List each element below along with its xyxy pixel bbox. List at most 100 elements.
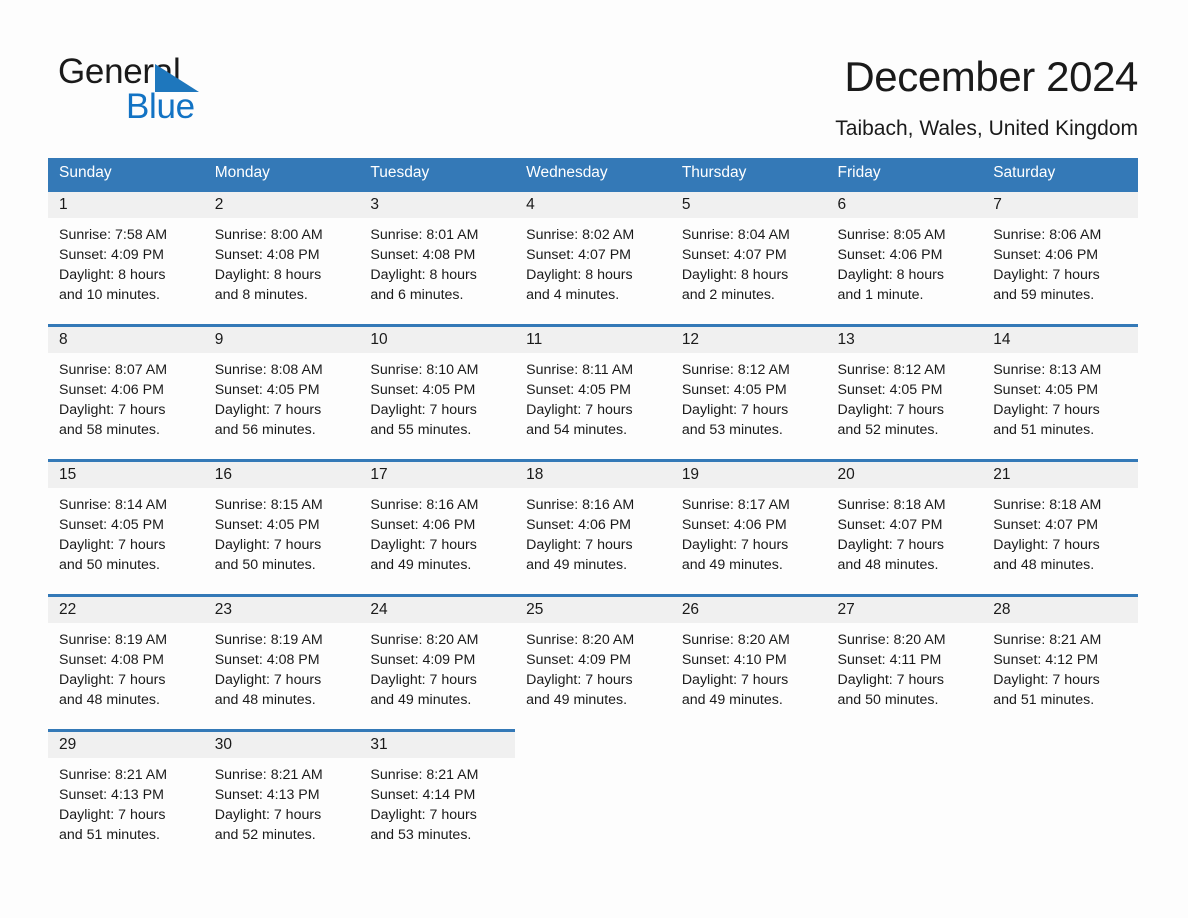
- calendar-day-cell[interactable]: 31 Sunrise: 8:21 AM Sunset: 4:14 PM Dayligh…: [359, 729, 516, 866]
- sunset-time: Sunset: 4:14 PM: [370, 787, 476, 803]
- sunrise-time: Sunrise: 8:15 AM: [214, 497, 323, 513]
- sunset-time: Sunset: 4:13 PM: [59, 787, 164, 803]
- daylight-duration-line1: Daylight: 7 hours: [681, 537, 789, 553]
- calendar-day-cell[interactable]: 26 Sunrise: 8:20 AM Sunset: 4:10 PM Dayligh…: [670, 594, 827, 731]
- calendar-day-cell[interactable]: 12 Sunrise: 8:12 AM Sunset: 4:05 PM Dayligh…: [670, 324, 827, 461]
- day-number: 26: [670, 597, 827, 623]
- daylight-duration-line2: and 51 minutes.: [59, 827, 160, 843]
- daylight-duration-line2: and 51 minutes.: [993, 422, 1095, 438]
- calendar-day-cell[interactable]: 30 Sunrise: 8:21 AM Sunset: 4:13 PM Dayligh…: [203, 729, 360, 866]
- day-number: 15: [48, 462, 204, 488]
- calendar-week-row: 29 Sunrise: 8:21 AM Sunset: 4:13 PM Dayligh…: [48, 729, 1138, 866]
- daylight-duration-line2: and 53 minutes.: [681, 422, 783, 438]
- daylight-duration-line2: and 49 minutes.: [526, 557, 628, 573]
- sunset-time: Sunset: 4:09 PM: [370, 652, 476, 668]
- calendar-day-cell[interactable]: 9 Sunrise: 8:08 AM Sunset: 4:05 PM Daylight…: [203, 324, 360, 461]
- daylight-duration-line2: and 54 minutes.: [526, 422, 628, 438]
- day-sun-info: Sunrise: 8:07 AM Sunset: 4:06 PM Daylight:…: [48, 353, 204, 440]
- calendar-day-cell[interactable]: 4 Sunrise: 8:02 AM Sunset: 4:07 PM Daylight…: [515, 189, 671, 326]
- calendar-page: General Blue December 2024 Taibach, Wale…: [0, 0, 1188, 918]
- daylight-duration-line1: Daylight: 7 hours: [370, 537, 477, 553]
- day-sun-info: Sunrise: 8:14 AM Sunset: 4:05 PM Daylight:…: [48, 488, 204, 575]
- calendar-day-cell[interactable]: 3 Sunrise: 8:01 AM Sunset: 4:08 PM Daylight…: [359, 189, 516, 326]
- daylight-duration-line2: and 49 minutes.: [526, 692, 628, 708]
- calendar-week-row: 22 Sunrise: 8:19 AM Sunset: 4:08 PM Dayligh…: [48, 594, 1138, 731]
- daylight-duration-line2: and 48 minutes.: [993, 557, 1095, 573]
- day-number: [826, 732, 983, 758]
- calendar-day-cell[interactable]: 11 Sunrise: 8:11 AM Sunset: 4:05 PM Dayligh…: [515, 324, 671, 461]
- daylight-duration-line1: Daylight: 7 hours: [370, 807, 477, 823]
- day-number: 10: [359, 327, 516, 353]
- sunset-time: Sunset: 4:05 PM: [837, 382, 943, 398]
- day-number: 31: [359, 732, 516, 758]
- calendar-day-cell[interactable]: 28 Sunrise: 8:21 AM Sunset: 4:12 PM Dayligh…: [982, 594, 1138, 731]
- daylight-duration-line1: Daylight: 8 hours: [59, 267, 166, 283]
- daylight-duration-line1: Daylight: 7 hours: [214, 402, 322, 418]
- calendar-grid: Sunday Monday Tuesday Wednesday Thursday…: [48, 158, 1138, 866]
- daylight-duration-line2: and 49 minutes.: [681, 557, 783, 573]
- day-sun-info: Sunrise: 8:15 AM Sunset: 4:05 PM Daylight:…: [204, 488, 360, 575]
- calendar-day-cell[interactable]: 6 Sunrise: 8:05 AM Sunset: 4:06 PM Daylight…: [826, 189, 983, 326]
- sunset-time: Sunset: 4:08 PM: [214, 652, 320, 668]
- sunrise-time: Sunrise: 8:18 AM: [993, 497, 1102, 513]
- calendar-day-cell[interactable]: 1 Sunrise: 7:58 AM Sunset: 4:09 PM Daylight…: [48, 189, 204, 326]
- page-header: General Blue December 2024 Taibach, Wale…: [0, 0, 1188, 150]
- daylight-duration-line1: Daylight: 7 hours: [993, 267, 1100, 283]
- daylight-duration-line1: Daylight: 7 hours: [993, 672, 1100, 688]
- calendar-day-cell[interactable]: 23 Sunrise: 8:19 AM Sunset: 4:08 PM Dayligh…: [203, 594, 360, 731]
- daylight-duration-line1: Daylight: 7 hours: [526, 672, 633, 688]
- daylight-duration-line2: and 48 minutes.: [214, 692, 316, 708]
- calendar-day-cell[interactable]: 13 Sunrise: 8:12 AM Sunset: 4:05 PM Dayligh…: [826, 324, 983, 461]
- sunrise-time: Sunrise: 8:13 AM: [993, 362, 1102, 378]
- day-number: 9: [203, 327, 360, 353]
- sunrise-time: Sunrise: 8:12 AM: [681, 362, 790, 378]
- calendar-day-cell[interactable]: 2 Sunrise: 8:00 AM Sunset: 4:08 PM Daylight…: [203, 189, 360, 326]
- calendar-day-cell[interactable]: 17 Sunrise: 8:16 AM Sunset: 4:06 PM Dayligh…: [359, 459, 516, 596]
- day-number: 3: [359, 192, 516, 218]
- day-number: 25: [515, 597, 671, 623]
- calendar-day-cell[interactable]: 10 Sunrise: 8:10 AM Sunset: 4:05 PM Dayligh…: [359, 324, 516, 461]
- calendar-day-cell[interactable]: 22 Sunrise: 8:19 AM Sunset: 4:08 PM Dayligh…: [48, 594, 204, 731]
- sunrise-time: Sunrise: 8:02 AM: [526, 227, 635, 243]
- calendar-day-cell[interactable]: 20 Sunrise: 8:18 AM Sunset: 4:07 PM Dayligh…: [826, 459, 983, 596]
- day-sun-info: Sunrise: 8:21 AM Sunset: 4:13 PM Daylight:…: [48, 758, 204, 845]
- calendar-day-cell[interactable]: 21 Sunrise: 8:18 AM Sunset: 4:07 PM Dayligh…: [982, 459, 1138, 596]
- calendar-day-cell[interactable]: 14 Sunrise: 8:13 AM Sunset: 4:05 PM Dayligh…: [982, 324, 1138, 461]
- calendar-day-cell[interactable]: 24 Sunrise: 8:20 AM Sunset: 4:09 PM Dayligh…: [359, 594, 516, 731]
- day-sun-info: Sunrise: 8:08 AM Sunset: 4:05 PM Daylight:…: [204, 353, 360, 440]
- calendar-day-cell[interactable]: 19 Sunrise: 8:17 AM Sunset: 4:06 PM Dayligh…: [670, 459, 827, 596]
- sunrise-time: Sunrise: 7:58 AM: [59, 227, 168, 243]
- daylight-duration-line2: and 6 minutes.: [370, 287, 464, 303]
- calendar-day-cell[interactable]: 16 Sunrise: 8:15 AM Sunset: 4:05 PM Dayligh…: [203, 459, 360, 596]
- day-number: 4: [515, 192, 671, 218]
- day-number: 21: [982, 462, 1138, 488]
- weekday-header-monday: Monday: [203, 158, 360, 191]
- sunset-time: Sunset: 4:07 PM: [837, 517, 943, 533]
- calendar-day-cell[interactable]: 27 Sunrise: 8:20 AM Sunset: 4:11 PM Dayligh…: [826, 594, 983, 731]
- calendar-day-cell[interactable]: 7 Sunrise: 8:06 AM Sunset: 4:06 PM Daylight…: [982, 189, 1138, 326]
- calendar-day-cell[interactable]: 29 Sunrise: 8:21 AM Sunset: 4:13 PM Dayligh…: [48, 729, 204, 866]
- daylight-duration-line1: Daylight: 7 hours: [993, 537, 1100, 553]
- calendar-day-cell[interactable]: 5 Sunrise: 8:04 AM Sunset: 4:07 PM Daylight…: [670, 189, 827, 326]
- sunset-time: Sunset: 4:09 PM: [526, 652, 631, 668]
- daylight-duration-line2: and 50 minutes.: [214, 557, 316, 573]
- day-sun-info: Sunrise: 8:13 AM Sunset: 4:05 PM Daylight:…: [982, 353, 1138, 440]
- daylight-duration-line2: and 59 minutes.: [993, 287, 1095, 303]
- calendar-week-row: 8 Sunrise: 8:07 AM Sunset: 4:06 PM Daylight…: [48, 324, 1138, 461]
- calendar-day-cell[interactable]: 15 Sunrise: 8:14 AM Sunset: 4:05 PM Dayligh…: [48, 459, 204, 596]
- daylight-duration-line2: and 49 minutes.: [370, 557, 472, 573]
- calendar-day-cell[interactable]: 8 Sunrise: 8:07 AM Sunset: 4:06 PM Daylight…: [48, 324, 204, 461]
- sunrise-time: Sunrise: 8:07 AM: [59, 362, 168, 378]
- sunset-time: Sunset: 4:05 PM: [59, 517, 164, 533]
- sunset-time: Sunset: 4:06 PM: [370, 517, 476, 533]
- day-sun-info: Sunrise: 8:21 AM Sunset: 4:12 PM Daylight:…: [982, 623, 1138, 710]
- sunset-time: Sunset: 4:06 PM: [837, 247, 943, 263]
- day-sun-info: Sunrise: 8:16 AM Sunset: 4:06 PM Daylight:…: [515, 488, 671, 575]
- daylight-duration-line2: and 56 minutes.: [214, 422, 316, 438]
- day-number: 22: [48, 597, 204, 623]
- calendar-day-cell[interactable]: 25 Sunrise: 8:20 AM Sunset: 4:09 PM Dayligh…: [515, 594, 671, 731]
- day-number: [982, 732, 1138, 758]
- day-sun-info: Sunrise: 8:21 AM Sunset: 4:14 PM Daylight:…: [359, 758, 515, 845]
- daylight-duration-line2: and 49 minutes.: [681, 692, 783, 708]
- calendar-day-cell[interactable]: 18 Sunrise: 8:16 AM Sunset: 4:06 PM Dayligh…: [515, 459, 671, 596]
